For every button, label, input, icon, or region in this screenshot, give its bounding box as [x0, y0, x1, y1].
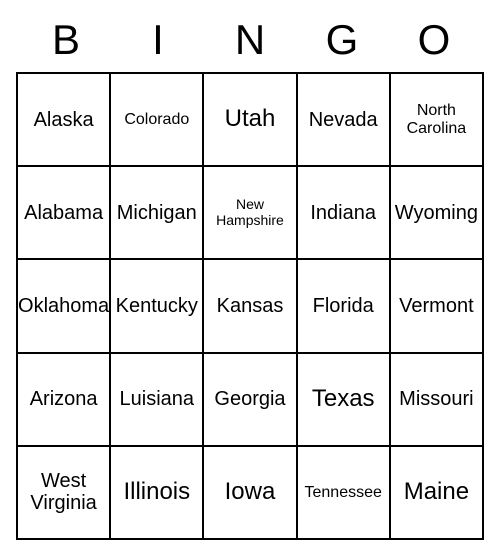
bingo-cell[interactable]: Kentucky — [110, 259, 203, 352]
bingo-cell[interactable]: New Hampshire — [203, 166, 296, 259]
bingo-grid: AlaskaColoradoUtahNevadaNorth Carolina Al… — [16, 72, 484, 540]
bingo-cell[interactable]: North Carolina — [390, 73, 483, 166]
bingo-cell[interactable]: Colorado — [110, 73, 203, 166]
header-letter-g: G — [296, 16, 388, 64]
header-letter-o: O — [388, 16, 480, 64]
bingo-cell[interactable]: Vermont — [390, 259, 483, 352]
header-letter-i: I — [112, 16, 204, 64]
bingo-cell[interactable]: Georgia — [203, 353, 296, 446]
bingo-cell[interactable]: Missouri — [390, 353, 483, 446]
bingo-card: B I N G O AlaskaColoradoUtahNevadaNorth … — [16, 16, 484, 540]
bingo-cell[interactable]: West Virginia — [17, 446, 110, 539]
bingo-cell[interactable]: Texas — [297, 353, 390, 446]
bingo-cell[interactable]: Illinois — [110, 446, 203, 539]
bingo-cell[interactable]: Wyoming — [390, 166, 483, 259]
bingo-cell[interactable]: Indiana — [297, 166, 390, 259]
bingo-cell[interactable]: Tennessee — [297, 446, 390, 539]
bingo-cell[interactable]: Michigan — [110, 166, 203, 259]
bingo-cell[interactable]: Oklahoma — [17, 259, 110, 352]
bingo-cell[interactable]: Utah — [203, 73, 296, 166]
bingo-cell[interactable]: Maine — [390, 446, 483, 539]
bingo-cell[interactable]: Kansas — [203, 259, 296, 352]
bingo-cell[interactable]: Nevada — [297, 73, 390, 166]
header-letter-b: B — [20, 16, 112, 64]
header-letter-n: N — [204, 16, 296, 64]
bingo-cell[interactable]: Alaska — [17, 73, 110, 166]
bingo-cell[interactable]: Iowa — [203, 446, 296, 539]
bingo-header: B I N G O — [16, 16, 484, 64]
bingo-cell[interactable]: Luisiana — [110, 353, 203, 446]
bingo-cell[interactable]: Florida — [297, 259, 390, 352]
bingo-cell[interactable]: Alabama — [17, 166, 110, 259]
bingo-cell[interactable]: Arizona — [17, 353, 110, 446]
